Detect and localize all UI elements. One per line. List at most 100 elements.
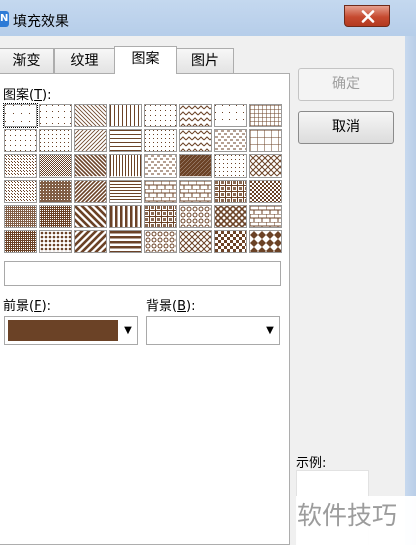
dots-75-pattern-icon xyxy=(40,180,71,202)
zigzag-pattern-icon xyxy=(180,130,211,152)
pattern-swatch-dots-50[interactable] xyxy=(39,154,72,178)
pattern-swatch-dots-70[interactable] xyxy=(4,179,37,203)
foreground-color-swatch xyxy=(8,320,118,341)
diamond-outline-pattern-icon xyxy=(180,230,211,253)
diag-wide-down-pattern-icon xyxy=(75,205,106,227)
pattern-swatch-grid-large[interactable] xyxy=(249,129,282,153)
pattern-swatch-dots-90[interactable] xyxy=(39,204,72,228)
pattern-swatch-shingle[interactable] xyxy=(249,204,282,228)
dots-10-pattern-icon xyxy=(40,105,71,127)
dots-40-pattern-icon xyxy=(5,155,36,177)
ok-button[interactable]: 确定 xyxy=(298,68,394,101)
background-color-dropdown[interactable]: ▼ xyxy=(146,316,280,345)
cancel-button[interactable]: 取消 xyxy=(298,111,394,144)
checker-large-pattern-icon xyxy=(215,230,246,253)
pattern-name-box xyxy=(4,261,281,286)
pattern-swatch-grid-small[interactable] xyxy=(249,104,282,128)
horz-narrow-pattern-icon xyxy=(110,180,141,202)
plaid-pattern-icon xyxy=(145,205,176,227)
pattern-swatch-dots-20[interactable] xyxy=(4,129,37,153)
tab-texture[interactable]: 纹理 xyxy=(54,48,115,73)
pattern-label: 图案(T): xyxy=(3,88,52,103)
pattern-swatch-zigzag[interactable] xyxy=(179,129,212,153)
pattern-swatch-horz-wide[interactable] xyxy=(109,229,142,254)
weave-pattern-icon xyxy=(215,180,246,202)
pattern-swatch-diag-wide-up[interactable] xyxy=(74,229,107,254)
pattern-swatch-weave[interactable] xyxy=(214,179,247,203)
close-icon xyxy=(361,10,375,23)
pattern-swatch-diag-light-up[interactable] xyxy=(74,129,107,153)
pattern-swatch-dots-5[interactable] xyxy=(3,102,38,129)
dots-50-pattern-icon xyxy=(40,155,71,177)
dots-30-pattern-icon xyxy=(145,130,176,152)
pattern-swatch-diamond-outline[interactable] xyxy=(179,229,212,254)
tab-picture[interactable]: 图片 xyxy=(176,48,234,73)
pattern-swatch-dash-horz[interactable] xyxy=(144,154,177,178)
pattern-swatch-diag-wide-down[interactable] xyxy=(74,204,107,228)
dots-70-pattern-icon xyxy=(5,180,36,202)
diagonal-brick-pattern-icon xyxy=(180,155,211,177)
app-icon: N xyxy=(0,11,9,27)
dots-sparse-pattern-icon xyxy=(215,105,246,127)
trellis-pattern-icon xyxy=(215,205,246,227)
pattern-swatch-dots-75[interactable] xyxy=(39,179,72,203)
diag-light-down-pattern-icon xyxy=(75,105,106,127)
pattern-swatch-dots-random[interactable] xyxy=(214,154,247,178)
dots-dense-pattern-icon xyxy=(5,230,36,253)
confetti-small-pattern-icon xyxy=(215,130,246,152)
diag-dark-down-pattern-icon xyxy=(75,155,106,177)
pattern-swatch-trellis[interactable] xyxy=(214,204,247,228)
pattern-swatch-plaid[interactable] xyxy=(144,204,177,228)
pattern-swatch-checker-large[interactable] xyxy=(214,229,247,254)
pattern-swatch-cross-diag[interactable] xyxy=(249,154,282,178)
foreground-label: 前景(F): xyxy=(3,299,52,314)
background-label: 背景(B): xyxy=(146,299,196,314)
horz-light-pattern-icon xyxy=(110,130,141,152)
pattern-swatch-vert-narrow[interactable] xyxy=(109,154,142,178)
pattern-swatch-dots-80[interactable] xyxy=(4,204,37,228)
pattern-swatch-diagonal-brick[interactable] xyxy=(179,154,212,178)
diag-dark-up-pattern-icon xyxy=(75,180,106,202)
pattern-swatch-dots-40[interactable] xyxy=(4,154,37,178)
close-button[interactable] xyxy=(344,5,390,27)
pattern-swatch-dots-10[interactable] xyxy=(39,104,72,128)
pattern-swatch-diag-dark-down[interactable] xyxy=(74,154,107,178)
pattern-swatch-diamond-solid[interactable] xyxy=(249,229,282,254)
pattern-swatch-diag-dark-up[interactable] xyxy=(74,179,107,203)
pattern-swatch-dots-60[interactable] xyxy=(144,104,177,128)
shingle-pattern-icon xyxy=(250,205,281,227)
pattern-swatch-vert-wide[interactable] xyxy=(109,204,142,228)
solid-dots-pattern-icon xyxy=(40,230,71,253)
dots-90-pattern-icon xyxy=(40,205,71,227)
pattern-swatch-vert-light[interactable] xyxy=(109,104,142,128)
pattern-swatch-zigzag-light[interactable] xyxy=(179,104,212,128)
tab-gradient[interactable]: 渐变 xyxy=(0,48,54,73)
dots-60-pattern-icon xyxy=(145,105,176,127)
pattern-swatch-brick-horz[interactable] xyxy=(144,179,177,203)
vert-narrow-pattern-icon xyxy=(110,155,141,177)
preview-label: 示例: xyxy=(296,456,327,471)
brick-horz-pattern-icon xyxy=(145,180,176,202)
diag-wide-up-pattern-icon xyxy=(75,230,106,253)
foreground-color-dropdown[interactable]: ▼ xyxy=(4,316,138,345)
pattern-swatch-confetti-small[interactable] xyxy=(214,129,247,153)
pattern-swatch-horz-light[interactable] xyxy=(109,129,142,153)
pattern-swatch-divot[interactable] xyxy=(144,229,177,254)
pattern-swatch-dots-sparse[interactable] xyxy=(214,104,247,128)
dash-horz-pattern-icon xyxy=(145,155,176,177)
pattern-swatch-checker-small[interactable] xyxy=(249,179,282,203)
pattern-swatch-dots-30[interactable] xyxy=(144,129,177,153)
pattern-grid xyxy=(3,102,282,254)
pattern-swatch-diag-light-down[interactable] xyxy=(74,104,107,128)
checker-small-pattern-icon xyxy=(250,180,281,202)
watermark-text: 软件技巧 xyxy=(296,496,416,545)
pattern-swatch-horz-narrow[interactable] xyxy=(109,179,142,203)
pattern-swatch-dots-25[interactable] xyxy=(39,129,72,153)
tab-pattern[interactable]: 图案 xyxy=(114,46,177,74)
pattern-swatch-solid-dots[interactable] xyxy=(39,229,72,254)
pattern-swatch-brick-diag[interactable] xyxy=(179,179,212,203)
background-color-swatch xyxy=(150,320,260,341)
pattern-swatch-sphere[interactable] xyxy=(179,204,212,228)
pattern-swatch-dots-dense[interactable] xyxy=(4,229,37,254)
horz-wide-pattern-icon xyxy=(110,230,141,253)
